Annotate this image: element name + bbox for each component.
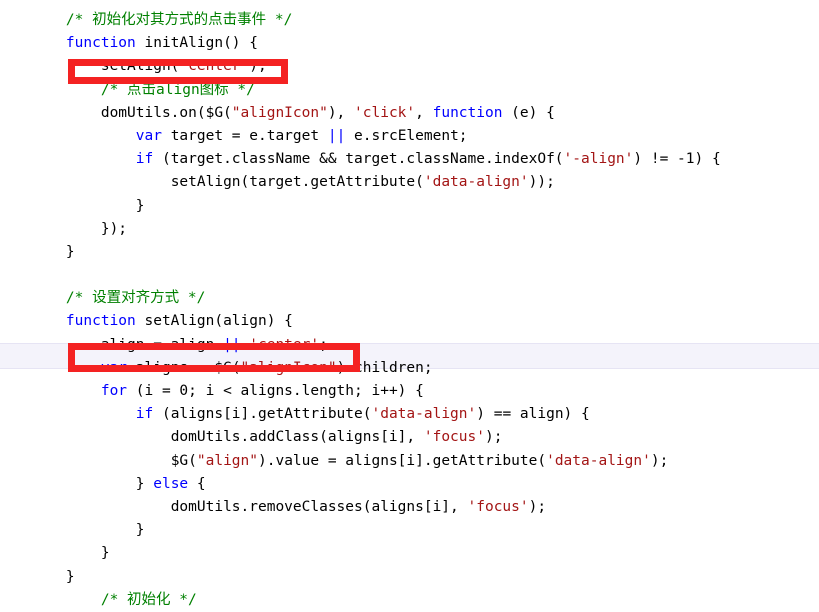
- code-token: function: [65, 35, 136, 52]
- code-token: /* 设置对齐方式 */: [65, 290, 206, 307]
- code-token: );: [249, 58, 267, 75]
- code-line: if (aligns[i].getAttribute('data-align')…: [0, 403, 819, 426]
- code-line: }: [0, 195, 819, 218]
- code-token: }: [135, 522, 145, 539]
- code-line: }: [0, 519, 819, 542]
- code-token: 'center': [179, 58, 250, 75]
- code-line: /* 设置对齐方式 */: [0, 287, 819, 310]
- code-token: domUtils.on($G(: [100, 104, 232, 121]
- code-line: function initAlign() {: [0, 32, 819, 55]
- code-token: ).children;: [336, 359, 433, 376]
- code-token: align = align: [100, 336, 224, 353]
- code-token: domUtils.removeClasses(aligns[i],: [170, 498, 468, 515]
- code-line: for (i = 0; i < aligns.length; i++) {: [0, 380, 819, 403]
- code-token: (i = 0; i < aligns.length; i++) {: [127, 383, 424, 399]
- code-line: }: [0, 241, 819, 264]
- code-token: else: [153, 475, 189, 492]
- code-token: ) != -1) {: [633, 151, 721, 168]
- code-token: /* 初始化 */: [100, 591, 197, 608]
- code-content[interactable]: /* 初始化对其方式的点击事件 */ function initAlign() …: [0, 0, 819, 612]
- code-token: ),: [327, 104, 355, 121]
- code-token: initAlign() {: [135, 35, 258, 52]
- code-line: function setAlign(align) {: [0, 310, 819, 333]
- code-line: $G("align").value = aligns[i].getAttribu…: [0, 450, 819, 473]
- code-token: setAlign(: [100, 58, 180, 75]
- code-token: }: [100, 545, 110, 562]
- code-editor[interactable]: /* 初始化对其方式的点击事件 */ function initAlign() …: [0, 0, 819, 608]
- code-token: function: [432, 104, 503, 121]
- code-line: }: [0, 542, 819, 565]
- code-token: }: [135, 197, 145, 214]
- code-token: 'data-align': [546, 452, 651, 469]
- code-token: );: [650, 452, 669, 469]
- code-token: /* 初始化对其方式的点击事件 */: [65, 12, 293, 28]
- code-line: /* 初始化 */: [0, 589, 819, 612]
- code-line: domUtils.on($G("alignIcon"), 'click', fu…: [0, 102, 819, 125]
- code-token: ) == align) {: [476, 406, 590, 423]
- code-line: }: [0, 566, 819, 589]
- code-line: var target = e.target || e.srcElement;: [0, 125, 819, 148]
- code-token: );: [484, 429, 503, 446]
- code-token: if: [135, 406, 154, 423]
- code-token: });: [100, 220, 128, 237]
- code-token: "alignIcon": [231, 104, 328, 121]
- code-line: setAlign('center');: [0, 55, 819, 78]
- code-token: ).value = aligns[i].getAttribute(: [258, 452, 547, 469]
- code-token: '-align': [563, 151, 634, 168]
- code-token: aligns = $G(: [127, 359, 241, 376]
- code-token: 'data-align': [371, 406, 477, 423]
- code-token: {: [188, 475, 206, 492]
- code-token: ||: [327, 127, 346, 144]
- code-token: var: [135, 127, 162, 144]
- code-token: 'data-align': [423, 174, 529, 191]
- code-token: 'focus': [423, 429, 485, 446]
- code-token: ;: [319, 336, 328, 353]
- code-line: setAlign(target.getAttribute('data-align…: [0, 171, 819, 194]
- code-token: }: [65, 243, 75, 260]
- code-token: 'focus': [467, 498, 529, 515]
- code-token: setAlign(target.getAttribute(: [170, 174, 424, 191]
- code-line: /* 初始化对其方式的点击事件 */: [0, 9, 819, 32]
- code-line: } else {: [0, 473, 819, 496]
- code-line: domUtils.addClass(aligns[i], 'focus');: [0, 426, 819, 449]
- code-token: (target.className && target.className.in…: [153, 151, 564, 168]
- code-line: });: [0, 218, 819, 241]
- code-token: ||: [223, 336, 241, 353]
- code-token: for: [100, 383, 128, 399]
- code-token: }: [65, 568, 75, 585]
- code-line: align = align || 'center';: [0, 334, 819, 357]
- code-token: function: [65, 313, 136, 330]
- code-line: if (target.className && target.className…: [0, 148, 819, 171]
- code-token: "alignIcon": [240, 359, 337, 376]
- code-token: domUtils.addClass(aligns[i],: [170, 429, 424, 446]
- code-token: ));: [528, 174, 555, 191]
- code-token: "align": [196, 452, 258, 469]
- code-token: 'center': [249, 336, 320, 353]
- code-token: }: [135, 475, 154, 492]
- code-token: /* 点击align图标 */: [100, 81, 255, 98]
- code-token: e.srcElement;: [345, 127, 468, 144]
- code-token: );: [528, 498, 547, 515]
- code-token: $G(: [170, 452, 197, 469]
- code-token: if: [135, 151, 154, 168]
- code-token: (aligns[i].getAttribute(: [153, 406, 372, 423]
- code-token: target = e.target: [161, 127, 328, 144]
- code-token: (e) {: [502, 104, 555, 121]
- code-line: /* 点击align图标 */: [0, 79, 819, 102]
- code-line: var aligns = $G("alignIcon").children;: [0, 357, 819, 380]
- code-line: domUtils.removeClasses(aligns[i], 'focus…: [0, 496, 819, 519]
- code-token: 'click': [354, 104, 416, 121]
- code-token: ,: [415, 104, 433, 121]
- code-token: var: [100, 359, 128, 376]
- code-token: setAlign(align) {: [135, 313, 293, 330]
